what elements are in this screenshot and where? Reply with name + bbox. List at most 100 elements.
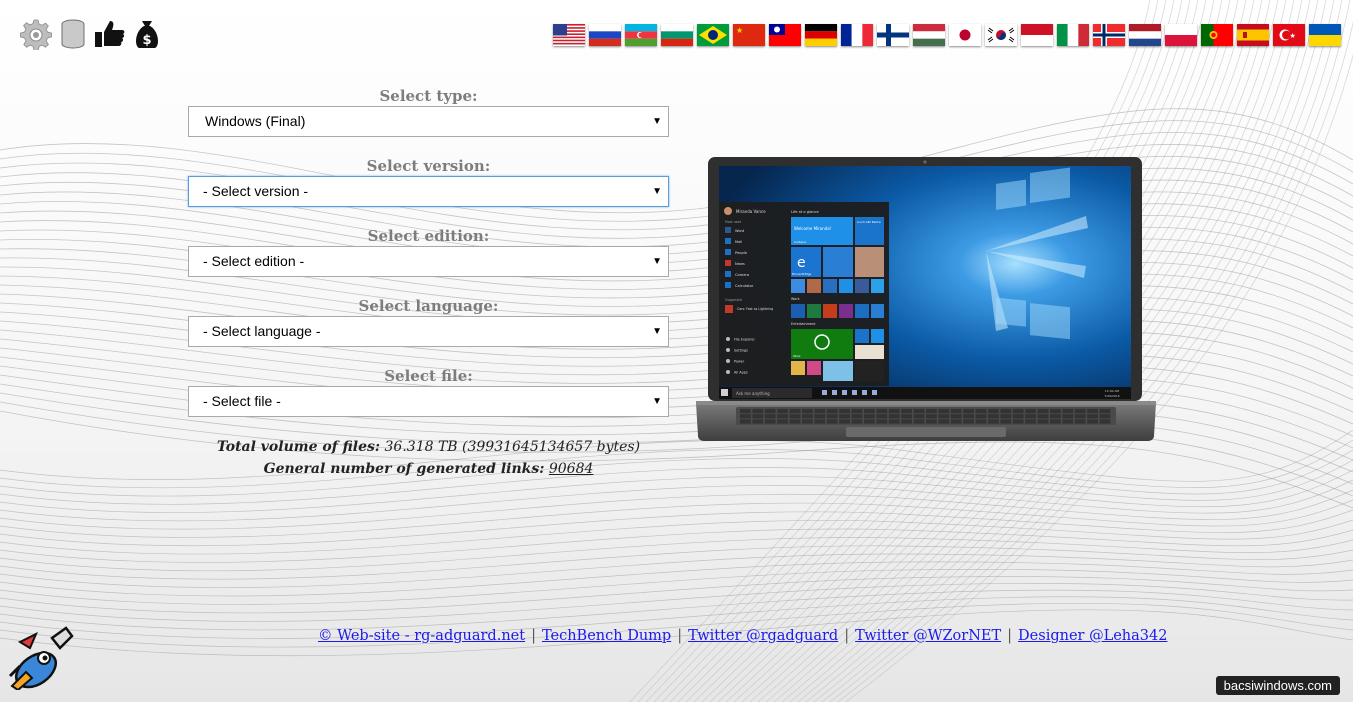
flag-ua-icon[interactable] [1309, 24, 1341, 46]
keyboard-key [1062, 414, 1074, 419]
money-bag-icon[interactable]: $ [131, 18, 163, 50]
database-icon[interactable] [57, 18, 89, 50]
keyboard-key [963, 414, 974, 419]
keyboard-key [752, 419, 764, 424]
flag-id-icon[interactable] [1021, 24, 1053, 46]
keyboard-key [876, 409, 888, 414]
file-select[interactable]: - Select file - ▼ [188, 386, 669, 417]
flag-br-icon[interactable] [697, 24, 729, 46]
keyboard-key [740, 419, 751, 424]
flag-pl-icon[interactable] [1165, 24, 1197, 46]
keyboard-key [1050, 414, 1061, 419]
keyboard-key [814, 419, 826, 424]
taskbar-date: 7/29/2015 [1104, 394, 1119, 398]
flag-cn-icon[interactable]: ★ [733, 24, 765, 46]
language-select[interactable]: - Select language - ▼ [188, 316, 669, 347]
flag-es-icon[interactable] [1237, 24, 1269, 46]
flag-no-icon[interactable] [1093, 24, 1125, 46]
footer-separator: | [531, 628, 536, 644]
flag-pt-icon[interactable] [1201, 24, 1233, 46]
keyboard-key [826, 409, 838, 414]
keyboard-key [1000, 414, 1012, 419]
keyboard-key [1037, 414, 1049, 419]
flag-tw-icon[interactable] [769, 24, 801, 46]
start-item-label: News [735, 262, 745, 266]
keyboard-key [864, 419, 875, 424]
start-item-label: Mail [735, 240, 742, 244]
keyboard-key [789, 419, 801, 424]
keyboard-key [839, 419, 850, 424]
flag-de-icon[interactable] [805, 24, 837, 46]
flag-az-icon[interactable] [625, 24, 657, 46]
tile-edge: Microsoft Edge [792, 272, 812, 276]
edition-select[interactable]: - Select edition - ▼ [188, 246, 669, 277]
keyboard-key [851, 419, 863, 424]
flag-it-icon[interactable] [1057, 24, 1089, 46]
dropdown-arrow-icon: ▼ [652, 186, 662, 197]
footer-separator: | [1007, 628, 1013, 644]
keyboard-key [913, 409, 925, 414]
links-count-link[interactable]: 90684 [549, 461, 594, 477]
footer-link-3[interactable]: Twitter @WZorNET [855, 628, 1001, 644]
flag-nl-icon[interactable] [1129, 24, 1161, 46]
keyboard-key [802, 419, 813, 424]
svg-text:★: ★ [736, 26, 743, 35]
gear-icon[interactable] [20, 18, 52, 50]
language-flags: ★ ★ [553, 24, 1341, 46]
flag-tr-icon[interactable]: ★ [1273, 24, 1305, 46]
keyboard-key [814, 414, 826, 419]
file-label: Select file: [384, 367, 473, 385]
links-line: General number of generated links: 90684 [188, 458, 669, 480]
keyboard-key [826, 419, 838, 424]
footer-links: © Web-site - rg-adguard.net | TechBench Du… [318, 628, 1167, 644]
start-bottom-label: Power [734, 360, 745, 364]
laptop-image: Miranda Vance Most used Word Mail People Ne… [696, 157, 1156, 441]
keyboard-key [988, 419, 999, 424]
footer-link-1[interactable]: TechBench Dump [542, 628, 671, 644]
flag-hu-icon[interactable] [913, 24, 945, 46]
version-select[interactable]: - Select version - ▼ [188, 176, 669, 207]
flag-jp-icon[interactable] [949, 24, 981, 46]
keyboard-key [1037, 419, 1049, 424]
svg-text:★: ★ [1290, 32, 1296, 40]
start-bottom-icon [726, 370, 730, 374]
footer-link-2[interactable]: Twitter @rgadguard [688, 628, 838, 644]
keyboard-key [1012, 414, 1024, 419]
start-section: Most used [725, 220, 741, 224]
svg-text:$: $ [142, 33, 151, 48]
keyboard-key [1074, 414, 1086, 419]
flag-us-icon[interactable] [553, 24, 585, 46]
type-select[interactable]: Windows (Final) ▼ [188, 106, 669, 137]
start-item-icon [725, 282, 731, 288]
keyboard-key [1050, 419, 1061, 424]
keyboard-key [901, 414, 912, 419]
start-user: Miranda Vance [736, 209, 766, 214]
version-select-value: - Select version - [203, 183, 309, 199]
flag-fi-icon[interactable] [877, 24, 909, 46]
start-item-icon [725, 260, 731, 266]
flag-fr-icon[interactable] [841, 24, 873, 46]
thumbs-up-icon[interactable] [94, 18, 126, 50]
keyboard-key [938, 409, 950, 414]
ent-header: Entertainment [791, 322, 816, 326]
keyboard-key [975, 414, 987, 419]
keyboard-key [901, 409, 912, 414]
type-group: Select type: Windows (Final) ▼ [188, 86, 669, 156]
keyboard-key [752, 414, 764, 419]
type-label: Select type: [379, 87, 478, 105]
keyboard-key [888, 419, 900, 424]
keyboard-key [1099, 414, 1111, 419]
keyboard-key [764, 419, 776, 424]
footer-link-4[interactable]: Designer @Leha342 [1018, 628, 1167, 644]
mascot-logo[interactable] [6, 624, 74, 690]
toolbar: $ [20, 18, 163, 50]
footer-link-0[interactable]: © Web-site - rg-adguard.net [318, 628, 525, 644]
keyboard-key [1000, 419, 1012, 424]
flag-bg-icon[interactable] [661, 24, 693, 46]
dropdown-arrow-icon: ▼ [652, 396, 662, 407]
work-header: Work [791, 297, 800, 301]
keyboard-key [740, 414, 751, 419]
flag-kr-icon[interactable] [985, 24, 1017, 46]
keyboard-key [802, 414, 813, 419]
flag-ru-icon[interactable] [589, 24, 621, 46]
